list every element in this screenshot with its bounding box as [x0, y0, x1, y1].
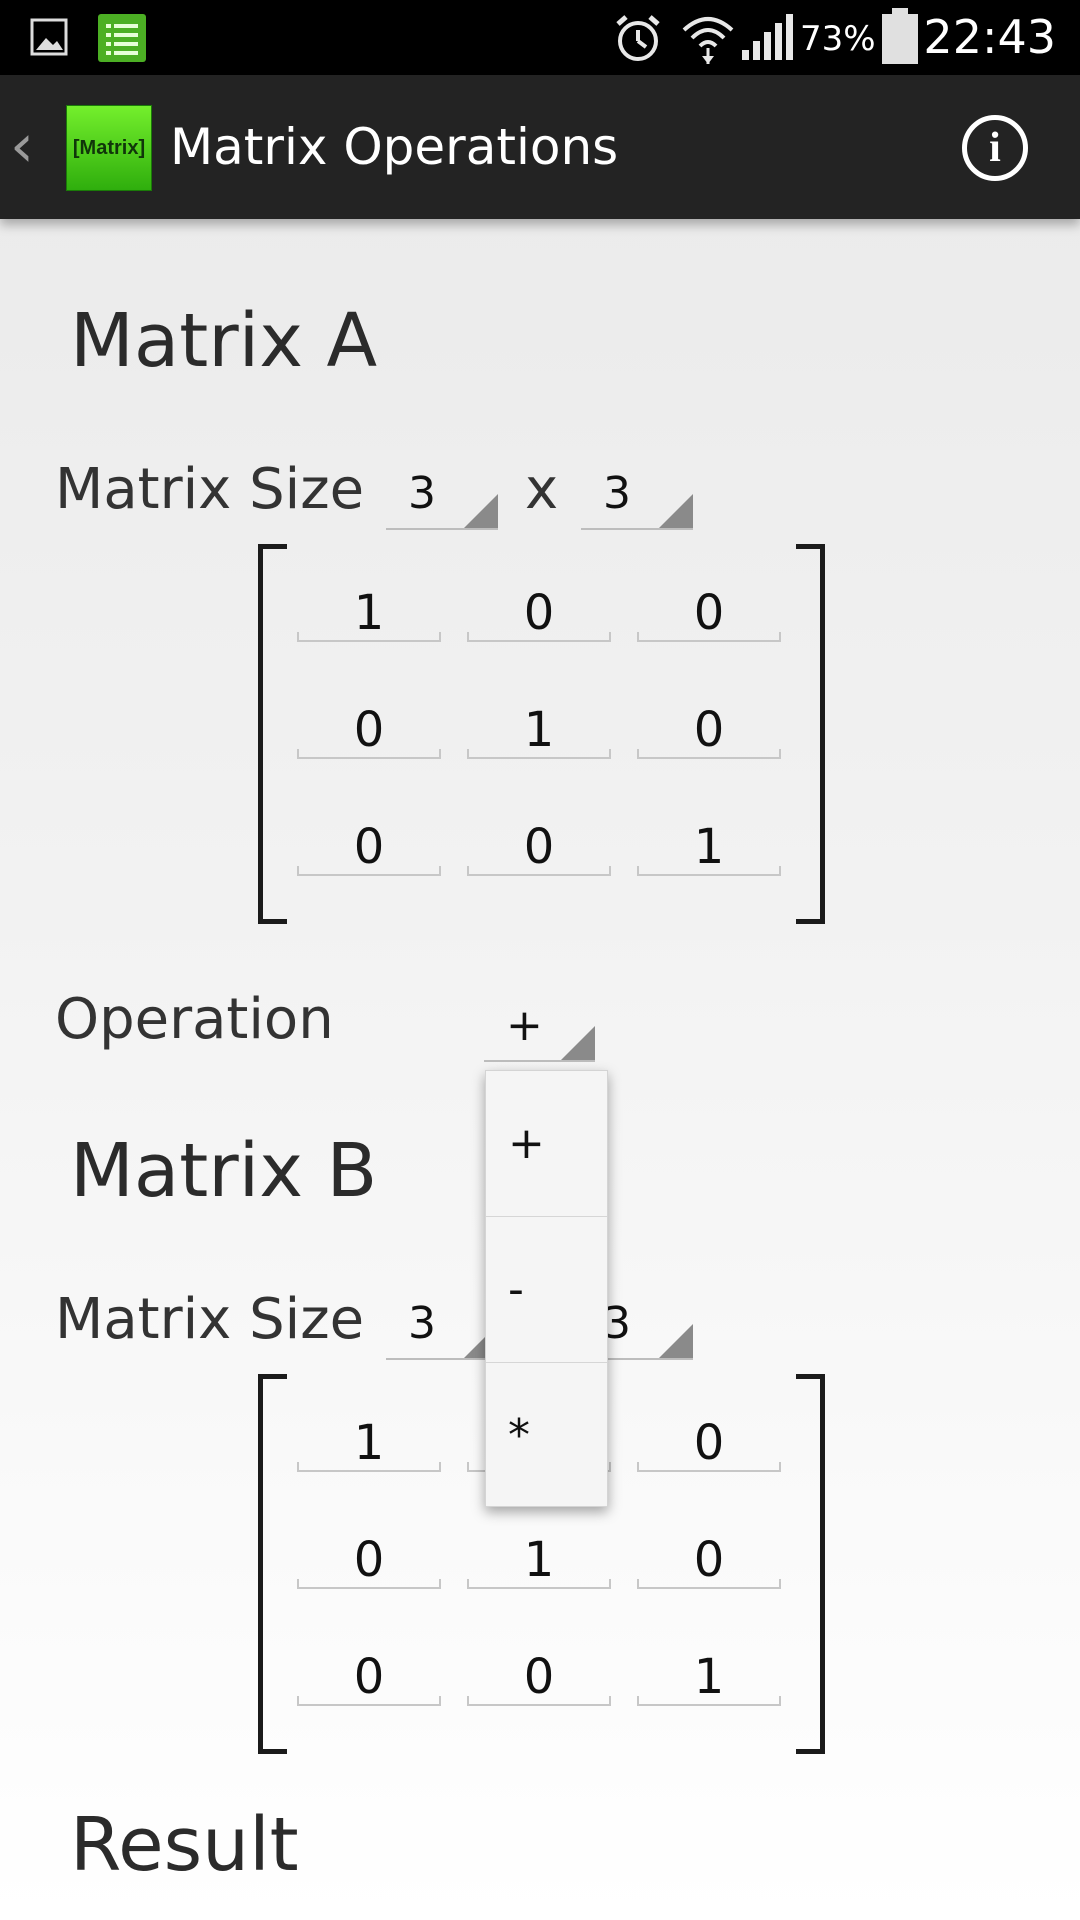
matrix-a-size-label: Matrix Size [55, 457, 365, 522]
matrix-b-size-label: Matrix Size [55, 1287, 365, 1352]
info-glyph: i [989, 125, 1001, 171]
operation-dropdown-menu: + - * [485, 1070, 608, 1507]
matrix-a-cell-2-1[interactable]: 0 [297, 703, 441, 759]
matrix-a-cell-2-3[interactable]: 0 [637, 703, 781, 759]
info-icon[interactable]: i [962, 115, 1028, 181]
operation-option-plus[interactable]: + [486, 1071, 607, 1216]
matrix-b-cell-1-3[interactable]: 0 [637, 1416, 781, 1472]
clock: 22:43 [923, 10, 1056, 64]
matrix-b-cell-3-2[interactable]: 0 [467, 1650, 611, 1706]
matrix-b-cell-2-1[interactable]: 0 [297, 1533, 441, 1589]
matrix-a-cell-2-2[interactable]: 1 [467, 703, 611, 759]
notes-icon [98, 14, 146, 62]
gallery-icon [30, 18, 68, 56]
matrix-a-cols-value: 3 [603, 468, 631, 519]
operation-option-minus[interactable]: - [486, 1217, 607, 1362]
matrix-a-rows-value: 3 [408, 468, 436, 519]
matrix-b-title: Matrix B [70, 1128, 378, 1214]
wifi-icon [682, 17, 734, 64]
dropdown-triangle-icon [464, 494, 498, 528]
matrix-a-left-bracket [258, 544, 287, 924]
status-bar: 73% 22:43 [0, 0, 1080, 75]
dropdown-triangle-icon [659, 1324, 693, 1358]
action-bar: ‹ [Matrix] Matrix Operations i [0, 75, 1080, 219]
matrix-b-right-bracket [796, 1374, 825, 1754]
result-title: Result [70, 1802, 299, 1888]
alarm-icon [616, 15, 660, 61]
matrix-b-cell-2-2[interactable]: 1 [467, 1533, 611, 1589]
matrix-b-rows-value: 3 [408, 1298, 436, 1349]
matrix-b-cell-2-3[interactable]: 0 [637, 1533, 781, 1589]
matrix-b-cell-3-1[interactable]: 0 [297, 1650, 441, 1706]
matrix-a-cell-1-2[interactable]: 0 [467, 586, 611, 642]
matrix-a-rows-spinner[interactable]: 3 [386, 466, 498, 530]
app-logo-text: [Matrix] [72, 136, 146, 159]
app-logo-icon[interactable]: [Matrix] [66, 105, 152, 191]
dropdown-triangle-icon [561, 1026, 595, 1060]
operation-label: Operation [55, 987, 334, 1052]
matrix-a-cell-1-3[interactable]: 0 [637, 586, 781, 642]
matrix-a-cell-3-1[interactable]: 0 [297, 820, 441, 876]
matrix-b-rows-spinner[interactable]: 3 [386, 1296, 498, 1360]
matrix-a-title: Matrix A [70, 298, 378, 384]
operation-selected-value: + [506, 1000, 543, 1051]
matrix-b-left-bracket [258, 1374, 287, 1754]
matrix-a-cell-3-2[interactable]: 0 [467, 820, 611, 876]
dropdown-triangle-icon [659, 494, 693, 528]
matrix-a-cell-1-1[interactable]: 1 [297, 586, 441, 642]
matrix-b-cell-1-1[interactable]: 1 [297, 1416, 441, 1472]
battery-icon [882, 8, 918, 64]
battery-percent: 73% [800, 19, 876, 59]
operation-spinner[interactable]: + [484, 998, 595, 1062]
signal-icon [742, 14, 793, 60]
matrix-a-cols-spinner[interactable]: 3 [581, 466, 693, 530]
matrix-a-times-sign: x [525, 457, 559, 522]
matrix-a-cell-3-3[interactable]: 1 [637, 820, 781, 876]
operation-option-multiply[interactable]: * [486, 1363, 607, 1508]
page-title: Matrix Operations [170, 118, 619, 176]
back-chevron-icon[interactable]: ‹ [10, 111, 34, 181]
matrix-b-cell-3-3[interactable]: 1 [637, 1650, 781, 1706]
matrix-a-right-bracket [796, 544, 825, 924]
